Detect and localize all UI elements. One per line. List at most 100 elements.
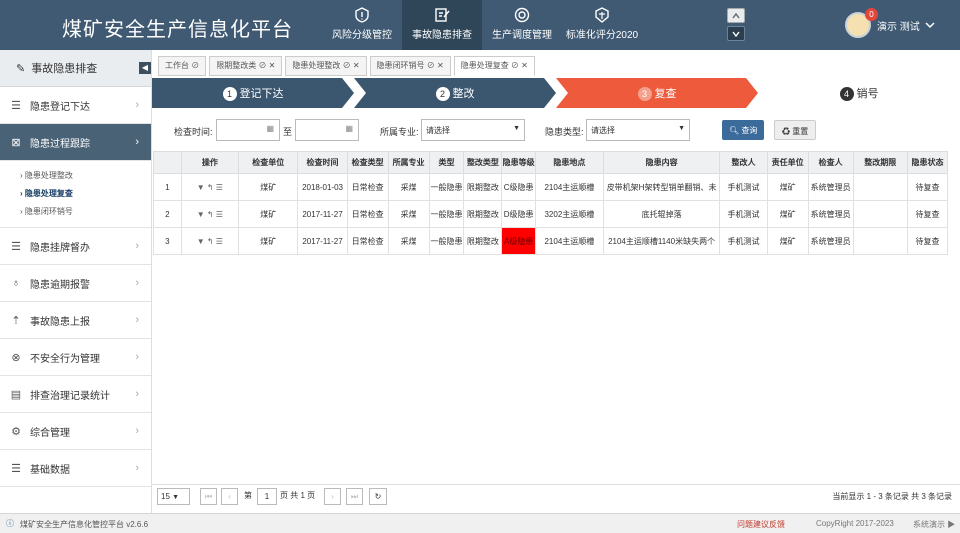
- col-header[interactable]: 责任单位: [766, 151, 809, 174]
- demo-link[interactable]: 系统演示 ▶: [913, 519, 955, 530]
- notification-badge: 0: [865, 8, 878, 21]
- sidebar-item-unsafe[interactable]: ⊗ 不安全行为管理 ›: [0, 339, 151, 376]
- feedback-link[interactable]: 问题建议反馈: [737, 519, 785, 530]
- col-header[interactable]: 隐患等级: [501, 151, 537, 174]
- tab-rectify[interactable]: 隐患处理整改 ⊘ ✕: [285, 56, 367, 76]
- page-total-text: 页 共 1 页: [280, 491, 316, 500]
- col-header[interactable]: 检查单位: [238, 151, 299, 174]
- col-header[interactable]: 隐患状态: [906, 151, 949, 174]
- col-header[interactable]: 检查人: [807, 151, 854, 174]
- nav-standard-score[interactable]: 标准化评分2020: [562, 0, 642, 50]
- sidebar-item-stats[interactable]: ▤ 排查治理记录统计 ›: [0, 376, 151, 413]
- page-number-input[interactable]: 1: [257, 488, 277, 505]
- hazard-level-a-cell: A级隐患: [501, 227, 537, 255]
- tab-workbench[interactable]: 工作台 ⊘: [158, 56, 207, 76]
- nav-risk-control[interactable]: 风险分级管控: [322, 0, 402, 50]
- sidebar-subitem-recheck[interactable]: › 隐患处理复查: [0, 185, 151, 203]
- sidebar: ✎ 事故隐患排查 ◀ ☰ 隐患登记下达 › ⊠ 隐患过程跟踪 › › 隐患处理整改 › 隐患…: [0, 50, 152, 513]
- search-icon: 🔍︎: [729, 126, 742, 135]
- step-rectify: 2 整改: [354, 78, 556, 108]
- first-page-button[interactable]: ⏮: [200, 488, 217, 505]
- sidebar-item-report[interactable]: ⇡ 事故隐患上报 ›: [0, 302, 151, 339]
- last-page-button[interactable]: ⏭: [346, 488, 363, 505]
- sidebar-item-tracking[interactable]: ⊠ 隐患过程跟踪 ›: [0, 124, 151, 161]
- dropdown-arrow-icon: ▼: [172, 494, 180, 501]
- refresh-button[interactable]: ↻: [369, 488, 387, 505]
- table-row[interactable]: 2 ▼ ↰ ☰ 煤矿 2017-11-27 日常检查 采煤 一般隐患 限期整改 D级隐患 3202…: [153, 200, 949, 228]
- sidebar-item-supervise[interactable]: ☰ 隐患挂牌督办 ›: [0, 228, 151, 265]
- col-header[interactable]: 隐患地点: [535, 151, 604, 174]
- filter-bar: 检查时间: ▦ 至 ▦ 所属专业: 请选择 ▼ 隐患类型: 请选择 ▼ 🔍︎ 查询 …: [152, 115, 960, 145]
- tab-close[interactable]: 隐患闭环销号 ⊘ ✕: [369, 56, 451, 76]
- end-date-input[interactable]: ▦: [295, 119, 359, 141]
- page-tabs: 工作台 ⊘ 限期整改类 ⊘ ✕ 隐患处理整改 ⊘ ✕ 隐患闭环销号 ⊘ ✕ 隐患…: [158, 56, 538, 76]
- col-header[interactable]: 检查时间: [297, 151, 348, 174]
- record-info: 当前显示 1 - 3 条记录 共 3 条记录: [832, 492, 952, 501]
- top-nav: 风险分级管控 事故隐患排查 生产调度管理 标准化评分2020: [322, 0, 642, 50]
- reset-button[interactable]: ♻ 重置: [774, 120, 817, 140]
- col-header[interactable]: 检查类型: [346, 151, 389, 174]
- hazard-table: 操作 检查单位 检查时间 检查类型 所属专业 类型 整改类型 隐患等级 隐患地点 隐患内容 整改人责…: [153, 151, 949, 255]
- start-date-input[interactable]: ▦: [216, 119, 280, 141]
- dropdown-arrow-icon: ▼: [678, 125, 685, 132]
- tab-recheck[interactable]: 隐患处理复查 ⊘ ✕: [453, 56, 535, 76]
- page-size-select[interactable]: 15 ▼: [157, 488, 190, 505]
- chevron-right-icon: ›: [135, 388, 139, 400]
- chevron-right-icon: ›: [135, 314, 139, 326]
- search-button[interactable]: 🔍︎ 查询: [722, 120, 765, 140]
- major-label: 所属专业:: [380, 127, 419, 137]
- sidebar-item-overdue[interactable]: ♁ 隐患逾期报警 ›: [0, 265, 151, 302]
- sidebar-subitem-close[interactable]: › 隐患闭环销号: [0, 203, 151, 221]
- sidebar-item-register[interactable]: ☰ 隐患登记下达 ›: [0, 87, 151, 124]
- to-label: 至: [283, 127, 293, 137]
- col-header[interactable]: 所属专业: [387, 151, 430, 174]
- type-label: 隐患类型:: [545, 127, 584, 137]
- step-recheck: 3 复查: [556, 78, 758, 108]
- nav-dispatch[interactable]: 生产调度管理: [482, 0, 562, 50]
- sidebar-item-manage[interactable]: ⚙ 综合管理 ›: [0, 413, 151, 450]
- chevron-right-icon: ›: [135, 277, 139, 289]
- copyright: CopyRight 2017-2023: [816, 519, 894, 528]
- quality-badge-icon: [595, 7, 609, 23]
- col-header[interactable]: 整改人: [719, 151, 768, 174]
- user-menu[interactable]: 0 演示 测试: [845, 8, 935, 38]
- pagination: 15 ▼ ⏮ ‹ 第 1 页 共 1 页 › ⏭ ↻ 当前显示 1 - 3 条记…: [152, 484, 960, 506]
- tab-deadline[interactable]: 限期整改类 ⊘ ✕: [209, 56, 283, 76]
- col-header[interactable]: 类型: [428, 151, 465, 174]
- table-row[interactable]: 3 ▼ ↰ ☰ 煤矿 2017-11-27 日常检查 采煤 一般隐患 限期整改 A级隐患 2104…: [153, 227, 949, 255]
- list-icon: ☰: [11, 462, 21, 475]
- major-select[interactable]: 请选择 ▼: [421, 119, 525, 141]
- sidebar-subitem-rectify[interactable]: › 隐患处理整改: [0, 167, 151, 185]
- type-select[interactable]: 请选择 ▼: [586, 119, 690, 141]
- row-actions[interactable]: ▼ ↰ ☰: [180, 200, 240, 228]
- col-header[interactable]: 整改期限: [852, 151, 908, 174]
- chevron-down-icon: [732, 31, 740, 37]
- col-header[interactable]: 隐患内容: [602, 151, 721, 174]
- list-icon: ☰: [11, 240, 21, 253]
- col-header[interactable]: 操作: [180, 151, 240, 174]
- report-icon: ⇡: [11, 314, 21, 327]
- alarm-icon: ♁: [11, 277, 21, 289]
- table-icon: ▤: [10, 388, 22, 401]
- gauge-icon: [514, 7, 530, 23]
- nav-hazard-check[interactable]: 事故隐患排查: [402, 0, 482, 50]
- footer: ⓘ 煤矿安全生产信息化管控平台 v2.6.6 问题建议反馈 CopyRight …: [0, 513, 960, 533]
- collapse-sidebar-button[interactable]: ◀: [139, 62, 151, 74]
- next-page-button[interactable]: ›: [324, 488, 341, 505]
- table-row[interactable]: 1 ▼ ↰ ☰ 煤矿 2018-01-03 日常检查 采煤 一般隐患 限期整改 C级隐患 2104…: [153, 173, 949, 201]
- sidebar-item-base-data[interactable]: ☰ 基础数据 ›: [0, 450, 151, 487]
- edit-icon: ✎: [16, 62, 26, 75]
- col-header[interactable]: 整改类型: [463, 151, 503, 174]
- prev-page-button[interactable]: ‹: [221, 488, 238, 505]
- nav-scroll-up[interactable]: [727, 8, 745, 23]
- info-icon: ⓘ: [6, 519, 14, 528]
- workflow-steps: 1 登记下达 2 整改 3 复查 4 销号: [152, 78, 960, 108]
- reset-icon: ♻: [782, 127, 793, 136]
- step-close: 4 销号: [758, 78, 960, 108]
- chart-icon: ⊠: [11, 136, 21, 149]
- row-actions[interactable]: ▼ ↰ ☰: [180, 173, 240, 201]
- row-actions[interactable]: ▼ ↰ ☰: [180, 227, 240, 255]
- calendar-icon: ▦: [345, 124, 353, 133]
- avatar: 0: [845, 8, 878, 38]
- nav-scroll-down[interactable]: [727, 26, 745, 41]
